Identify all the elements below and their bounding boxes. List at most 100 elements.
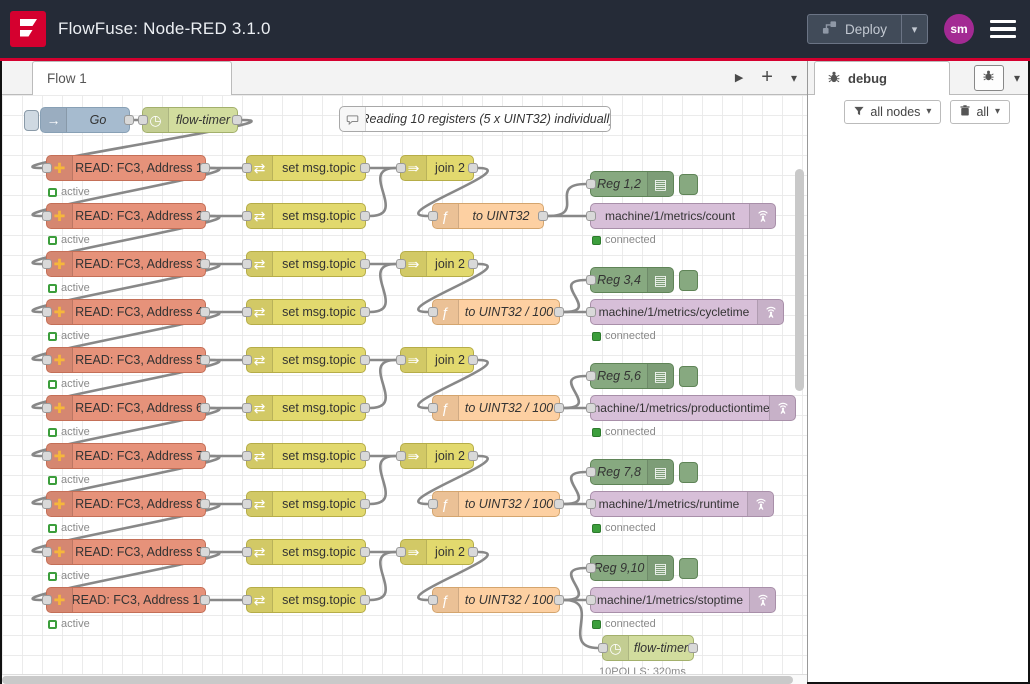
node-set8[interactable]: ⇄set msg.topic — [246, 491, 366, 517]
debug-clear-dropdown[interactable]: all ▾ — [950, 100, 1010, 124]
debug-toggle-button[interactable] — [679, 558, 698, 579]
input-port[interactable] — [242, 163, 252, 173]
output-port[interactable] — [200, 259, 210, 269]
node-set1[interactable]: ⇄set msg.topic — [246, 155, 366, 181]
output-port[interactable] — [200, 547, 210, 557]
output-port[interactable] — [200, 499, 210, 509]
node-mqtt1[interactable]: machine/1/metrics/count — [590, 203, 776, 229]
input-port[interactable] — [242, 259, 252, 269]
node-read9[interactable]: ✚READ: FC3, Address 9 — [46, 539, 206, 565]
node-read7[interactable]: ✚READ: FC3, Address 7 — [46, 443, 206, 469]
node-join1[interactable]: ⇛join 2 — [400, 155, 474, 181]
input-port[interactable] — [428, 499, 438, 509]
input-port[interactable] — [396, 451, 406, 461]
node-set6[interactable]: ⇄set msg.topic — [246, 395, 366, 421]
input-port[interactable] — [42, 451, 52, 461]
inject-trigger-button[interactable] — [24, 110, 39, 131]
node-ft2[interactable]: ◷flow-timer — [602, 635, 694, 661]
tab-debug[interactable]: debug — [814, 61, 950, 95]
add-flow-button[interactable]: + — [761, 67, 773, 87]
output-port[interactable] — [688, 643, 698, 653]
sidebar-dropdown-icon[interactable]: ▾ — [1014, 71, 1020, 85]
output-port[interactable] — [360, 451, 370, 461]
deploy-options-button[interactable]: ▾ — [901, 15, 927, 43]
node-read8[interactable]: ✚READ: FC3, Address 8 — [46, 491, 206, 517]
output-port[interactable] — [468, 163, 478, 173]
node-join5[interactable]: ⇛join 2 — [400, 539, 474, 565]
node-read10[interactable]: ✚READ: FC3, Address 10 — [46, 587, 206, 613]
input-port[interactable] — [42, 499, 52, 509]
node-mqtt2[interactable]: machine/1/metrics/cycletime — [590, 299, 784, 325]
node-read3[interactable]: ✚READ: FC3, Address 3 — [46, 251, 206, 277]
input-port[interactable] — [242, 403, 252, 413]
wire[interactable] — [564, 472, 586, 504]
output-port[interactable] — [360, 211, 370, 221]
node-mqtt3[interactable]: machine/1/metrics/productiontime — [590, 395, 796, 421]
node-set3[interactable]: ⇄set msg.topic — [246, 251, 366, 277]
input-port[interactable] — [586, 275, 596, 285]
node-join3[interactable]: ⇛join 2 — [400, 347, 474, 373]
output-port[interactable] — [200, 403, 210, 413]
output-port[interactable] — [200, 307, 210, 317]
input-port[interactable] — [586, 403, 596, 413]
horizontal-scrollbar[interactable] — [2, 674, 807, 684]
flow-canvas[interactable]: →Go◷flow-timerReading 10 registers (5 x … — [2, 95, 807, 674]
node-read2[interactable]: ✚READ: FC3, Address 2 — [46, 203, 206, 229]
debug-toggle-button[interactable] — [679, 462, 698, 483]
node-reg2[interactable]: Reg 3,4▤ — [590, 267, 674, 293]
wire[interactable] — [370, 168, 396, 216]
wire[interactable] — [370, 456, 396, 504]
node-reg5[interactable]: Reg 9,10▤ — [590, 555, 674, 581]
node-reg1[interactable]: Reg 1,2▤ — [590, 171, 674, 197]
input-port[interactable] — [586, 467, 596, 477]
output-port[interactable] — [468, 355, 478, 365]
node-func1[interactable]: ƒto UINT32 — [432, 203, 544, 229]
debug-filter-button[interactable] — [974, 65, 1004, 91]
output-port[interactable] — [360, 403, 370, 413]
output-port[interactable] — [124, 115, 134, 125]
input-port[interactable] — [396, 355, 406, 365]
input-port[interactable] — [586, 499, 596, 509]
input-port[interactable] — [428, 211, 438, 221]
wire[interactable] — [370, 360, 396, 408]
node-func5[interactable]: ƒto UINT32 / 100 — [432, 587, 560, 613]
deploy-button[interactable]: Deploy — [808, 15, 901, 43]
wire[interactable] — [370, 552, 396, 600]
input-port[interactable] — [428, 595, 438, 605]
node-go[interactable]: →Go — [40, 107, 130, 133]
input-port[interactable] — [428, 403, 438, 413]
input-port[interactable] — [242, 355, 252, 365]
input-port[interactable] — [586, 371, 596, 381]
wire[interactable] — [548, 184, 586, 216]
node-func3[interactable]: ƒto UINT32 / 100 — [432, 395, 560, 421]
tab-flow1[interactable]: Flow 1 — [32, 61, 232, 95]
input-port[interactable] — [242, 595, 252, 605]
input-port[interactable] — [586, 563, 596, 573]
node-mqtt5[interactable]: machine/1/metrics/stoptime — [590, 587, 776, 613]
debug-toggle-button[interactable] — [679, 174, 698, 195]
node-set2[interactable]: ⇄set msg.topic — [246, 203, 366, 229]
output-port[interactable] — [554, 307, 564, 317]
node-reg4[interactable]: Reg 7,8▤ — [590, 459, 674, 485]
node-ft1[interactable]: ◷flow-timer — [142, 107, 238, 133]
menu-icon[interactable] — [990, 20, 1016, 39]
input-port[interactable] — [242, 499, 252, 509]
input-port[interactable] — [42, 403, 52, 413]
wire[interactable] — [564, 376, 586, 408]
output-port[interactable] — [232, 115, 242, 125]
node-reg3[interactable]: Reg 5,6▤ — [590, 363, 674, 389]
input-port[interactable] — [242, 307, 252, 317]
scrollbar-thumb[interactable] — [2, 676, 793, 684]
debug-toggle-button[interactable] — [679, 270, 698, 291]
input-port[interactable] — [242, 211, 252, 221]
output-port[interactable] — [360, 547, 370, 557]
node-read5[interactable]: ✚READ: FC3, Address 5 — [46, 347, 206, 373]
output-port[interactable] — [360, 355, 370, 365]
output-port[interactable] — [360, 259, 370, 269]
input-port[interactable] — [42, 307, 52, 317]
input-port[interactable] — [242, 547, 252, 557]
output-port[interactable] — [360, 595, 370, 605]
output-port[interactable] — [468, 451, 478, 461]
input-port[interactable] — [586, 179, 596, 189]
debug-toggle-button[interactable] — [679, 366, 698, 387]
